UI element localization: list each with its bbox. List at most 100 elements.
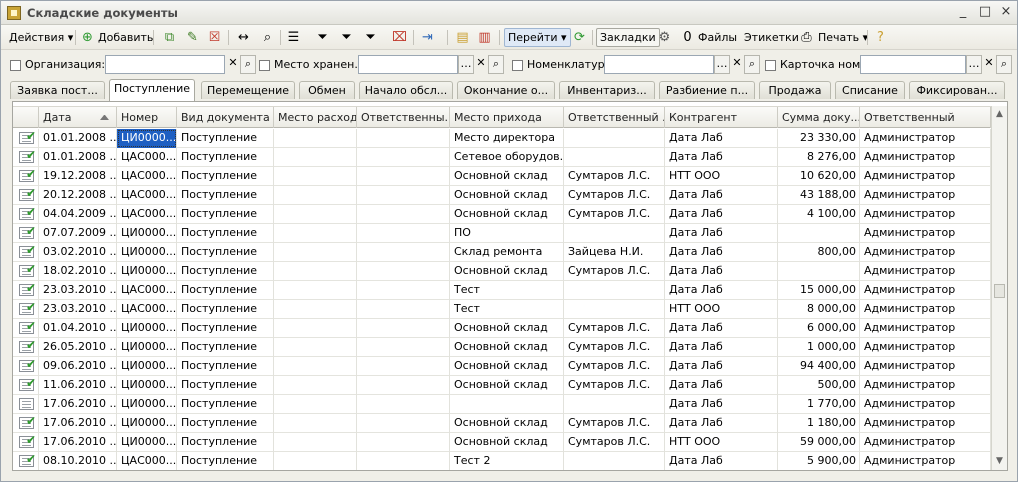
actions-menu[interactable]: Действия ▾	[7, 28, 75, 47]
scroll-up-icon[interactable]: ▲	[992, 106, 1007, 122]
tab-inventory[interactable]: Инвентариз...	[559, 81, 655, 99]
tab-transfer[interactable]: Перемещение	[201, 81, 295, 99]
header-source[interactable]: Место расхода	[274, 107, 357, 128]
tab-request[interactable]: Заявка пост...	[10, 81, 105, 99]
tab-sale[interactable]: Продажа	[759, 81, 831, 99]
search-icon[interactable]: ⌕	[996, 55, 1012, 74]
clear-icon[interactable]: ✕	[473, 55, 489, 74]
header-destination[interactable]: Место прихода	[450, 107, 564, 128]
table-row[interactable]: 23.03.2010 ...ЦАС000...Поступление Тест НТ…	[13, 300, 991, 319]
table-row[interactable]: 01.04.2010 ...ЦИ0000...Поступление Основн…	[13, 319, 991, 338]
organization-label: Организация:	[25, 58, 106, 71]
scroll-thumb[interactable]	[994, 284, 1005, 298]
post-icon[interactable]: ▤	[454, 29, 471, 46]
files-button[interactable]: Файлы	[696, 28, 739, 47]
search-icon[interactable]: ⌕	[744, 55, 760, 74]
tab-split[interactable]: Разбиение п...	[659, 81, 755, 99]
ellipsis-icon[interactable]: …	[714, 55, 730, 74]
table-row[interactable]: 03.02.2010 ...ЦИ0000...Поступление Склад …	[13, 243, 991, 262]
card-input[interactable]	[860, 55, 966, 74]
find-icon[interactable]: ⌕	[259, 29, 276, 46]
header-sum[interactable]: Сумма доку...	[778, 107, 860, 128]
header-responsible[interactable]: Ответственный	[860, 107, 991, 128]
doc-kind-cell: Поступление	[177, 205, 274, 224]
delete-icon[interactable]: ☒	[206, 29, 223, 46]
table-row[interactable]: 26.05.2010 ...ЦИ0000...Поступление Основн…	[13, 338, 991, 357]
clear-icon[interactable]: ✕	[225, 55, 241, 74]
header-doc-kind[interactable]: Вид документа	[177, 107, 274, 128]
bookmarks-button[interactable]: Закладки	[596, 28, 660, 47]
add-button[interactable]: Добавить	[96, 28, 155, 47]
destination-cell: Основной склад	[450, 414, 564, 433]
clear-icon[interactable]: ✕	[981, 55, 997, 74]
table-row[interactable]: 07.07.2009 ...ЦИ0000...Поступление ПО Дата…	[13, 224, 991, 243]
nomenclature-checkbox[interactable]	[512, 60, 523, 71]
copy-icon[interactable]: ⧉	[161, 29, 178, 46]
table-row[interactable]: 08.10.2010 ...ЦАС000...Поступление Тест 2…	[13, 452, 991, 470]
source-resp-cell	[357, 205, 450, 224]
destination-cell: Место директора	[450, 129, 564, 148]
tab-exchange[interactable]: Обмен	[299, 81, 355, 99]
table-row[interactable]: 23.03.2010 ...ЦАС000...Поступление Тест Да…	[13, 281, 991, 300]
table-row[interactable]: 20.12.2008 ...ЦАС000...Поступление Основн…	[13, 186, 991, 205]
goto-menu[interactable]: Перейти ▾	[504, 28, 571, 47]
scroll-down-icon[interactable]: ▼	[992, 453, 1007, 469]
refresh-icon[interactable]: ⟳	[571, 29, 588, 46]
vertical-scrollbar[interactable]: ▲ ▼	[991, 106, 1007, 470]
organization-input[interactable]	[105, 55, 225, 74]
doc-kind-cell: Поступление	[177, 433, 274, 452]
sum-cell: 5 900,00	[778, 452, 860, 470]
clear-icon[interactable]: ✕	[729, 55, 745, 74]
card-checkbox[interactable]	[765, 60, 776, 71]
table-row[interactable]: 17.06.2010 ...ЦИ0000...Поступление Основн…	[13, 433, 991, 452]
clear-filter-icon[interactable]: ⌧	[391, 29, 408, 46]
tab-service-end[interactable]: Окончание о...	[457, 81, 555, 99]
source-cell	[274, 281, 357, 300]
documents-table[interactable]: Дата Номер Вид документа Место расхода О…	[12, 101, 1008, 471]
table-row[interactable]: 09.06.2010 ...ЦИ0000...Поступление Основн…	[13, 357, 991, 376]
header-number[interactable]: Номер	[117, 107, 177, 128]
filter-list-icon[interactable]: ⏷	[362, 29, 379, 46]
ellipsis-icon[interactable]: …	[458, 55, 474, 74]
table-row[interactable]: 18.02.2010 ...ЦИ0000...Поступление Основн…	[13, 262, 991, 281]
storage-checkbox[interactable]	[259, 60, 270, 71]
nomenclature-input[interactable]	[604, 55, 714, 74]
close-button[interactable]: ×	[997, 4, 1015, 21]
filter-icon[interactable]: ⏷	[314, 29, 331, 46]
table-row[interactable]: 04.04.2009 ...ЦАС000...Поступление Основн…	[13, 205, 991, 224]
navigate-icon[interactable]: ⇥	[419, 29, 436, 46]
table-row[interactable]: 17.06.2010 ... ЦИ0000... Поступление Дата Л…	[13, 395, 991, 414]
gear-icon[interactable]: ⚙	[656, 29, 673, 46]
table-row[interactable]: 01.01.2008 ...ЦАС000...Поступление Сетево…	[13, 148, 991, 167]
storage-input[interactable]	[358, 55, 458, 74]
edit-icon[interactable]: ✎	[184, 29, 201, 46]
number-cell: ЦАС000...	[117, 167, 177, 186]
ellipsis-icon[interactable]: …	[966, 55, 982, 74]
table-row[interactable]: 11.06.2010 ...ЦИ0000...Поступление Основн…	[13, 376, 991, 395]
header-destination-resp[interactable]: Ответственный ...	[564, 107, 665, 128]
source-cell	[274, 433, 357, 452]
organization-checkbox[interactable]	[10, 60, 21, 71]
list-settings-icon[interactable]: ☰	[285, 29, 302, 46]
header-source-resp[interactable]: Ответственны...	[357, 107, 450, 128]
filter-settings-icon[interactable]: ⏷	[338, 29, 355, 46]
unpost-icon[interactable]: ▥	[476, 29, 493, 46]
labels-button[interactable]: Этикетки	[742, 28, 801, 47]
tab-receipt[interactable]: Поступление	[109, 79, 195, 101]
print-menu[interactable]: Печать ▾	[816, 28, 870, 47]
tab-fixed[interactable]: Фиксирован...	[909, 81, 1005, 99]
maximize-button[interactable]: □	[976, 4, 994, 21]
table-row[interactable]: 17.06.2010 ...ЦИ0000...Поступление Основн…	[13, 414, 991, 433]
table-row[interactable]: 19.12.2008 ...ЦАС000...Поступление Основн…	[13, 167, 991, 186]
header-contractor[interactable]: Контрагент	[665, 107, 778, 128]
tab-service-start[interactable]: Начало обсл...	[359, 81, 453, 99]
link-icon[interactable]: ↔	[235, 29, 252, 46]
tab-write-off[interactable]: Списание	[835, 81, 905, 99]
search-icon[interactable]: ⌕	[488, 55, 504, 74]
help-icon[interactable]: ?	[872, 29, 889, 46]
destination-cell: Тест 2	[450, 452, 564, 470]
minimize-button[interactable]: _	[954, 4, 972, 21]
table-row[interactable]: 01.01.2008 ...ЦИ0000...Поступление Место …	[13, 129, 991, 148]
search-icon[interactable]: ⌕	[240, 55, 256, 74]
sum-cell: 500,00	[778, 376, 860, 395]
